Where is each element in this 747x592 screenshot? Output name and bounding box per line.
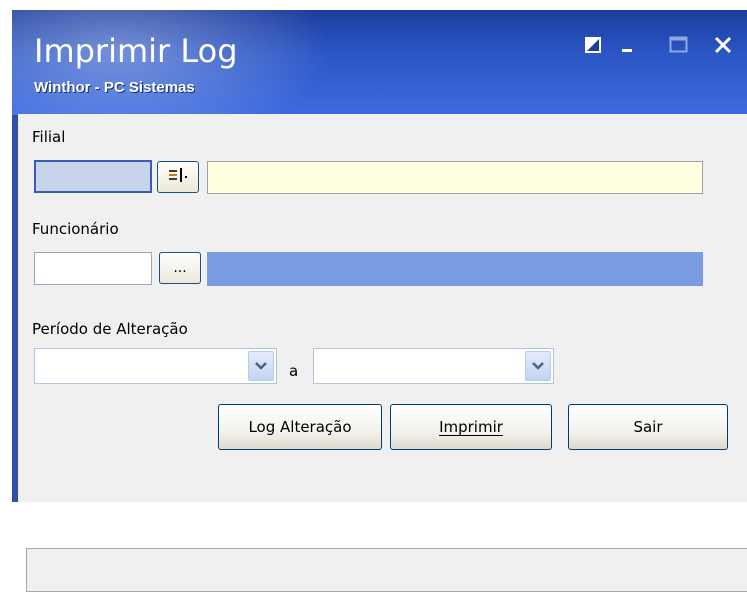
sair-button[interactable]: Sair xyxy=(568,404,728,450)
list-lookup-icon xyxy=(166,166,190,188)
maximize-icon[interactable] xyxy=(668,34,690,56)
log-alteracao-label: Log Alteração xyxy=(248,418,352,436)
sair-label: Sair xyxy=(633,418,663,436)
date-from-select[interactable] xyxy=(34,348,277,384)
periodo-label: Período de Alteração xyxy=(32,320,188,338)
imprimir-label: Imprimir xyxy=(439,418,503,436)
date-to-select[interactable] xyxy=(313,348,554,384)
filial-lookup-button[interactable] xyxy=(157,161,199,193)
log-alteracao-button[interactable]: Log Alteração xyxy=(218,404,382,450)
window-subtitle: Winthor - PC Sistemas xyxy=(34,79,195,96)
funcionario-name-field xyxy=(207,252,703,286)
imprimir-button[interactable]: Imprimir xyxy=(390,404,552,450)
chevron-down-icon[interactable] xyxy=(525,351,551,381)
chevron-down-icon[interactable] xyxy=(248,351,274,381)
title-bar[interactable]: Imprimir Log Winthor - PC Sistemas xyxy=(12,10,747,115)
filial-label: Filial xyxy=(32,128,66,146)
minimize-icon[interactable] xyxy=(617,34,639,56)
funcionario-label: Funcionário xyxy=(32,220,119,238)
funcionario-code-input[interactable] xyxy=(34,252,152,285)
filial-code-input[interactable] xyxy=(34,160,152,193)
filial-name-field xyxy=(207,161,703,194)
form-panel: Filial Funcionário ... Período de Altera… xyxy=(18,114,747,592)
imprimir-log-window: Imprimir Log Winthor - PC Sistemas Filia… xyxy=(12,10,747,592)
close-icon[interactable] xyxy=(712,34,734,56)
status-bar xyxy=(26,548,747,592)
restore-icon[interactable] xyxy=(582,34,604,56)
date-separator: a xyxy=(289,362,299,380)
window-title: Imprimir Log xyxy=(34,32,238,70)
funcionario-lookup-button[interactable]: ... xyxy=(159,252,201,284)
